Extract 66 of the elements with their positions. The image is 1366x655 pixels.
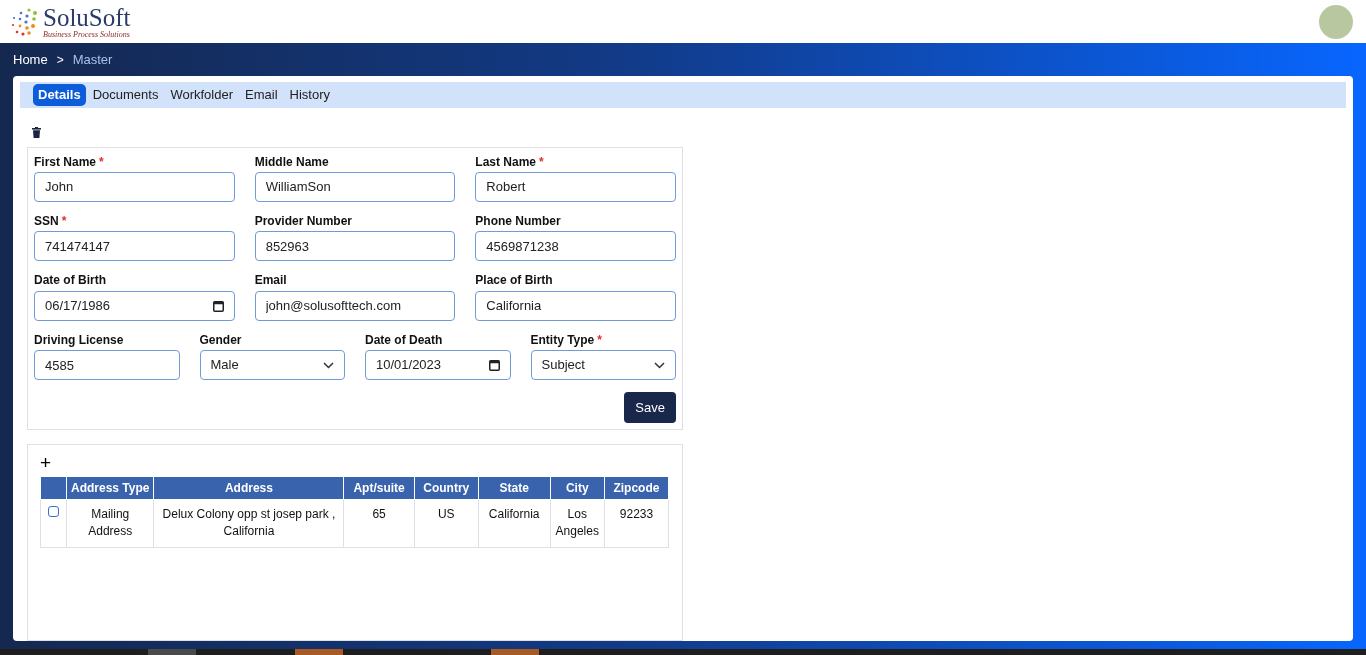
column-header: Address bbox=[153, 476, 344, 500]
field-label: Provider Number bbox=[254, 213, 352, 229]
tab[interactable]: Documents bbox=[87, 83, 164, 107]
taskbar-button[interactable] bbox=[148, 649, 196, 655]
column-header: Zipcode bbox=[604, 476, 669, 500]
required-mark: * bbox=[539, 154, 544, 169]
chevron-down-icon bbox=[323, 361, 334, 369]
date-field[interactable]: 06/17/1986 bbox=[34, 290, 235, 321]
brand-tagline: Business Process Solutions bbox=[43, 30, 131, 39]
input-field[interactable]: john@solusofttech.com bbox=[254, 290, 456, 321]
column-header: Address Type bbox=[66, 476, 154, 500]
table-cell: Delux Colony opp st josep park , California bbox=[153, 499, 344, 548]
select-field[interactable]: Male bbox=[199, 350, 345, 381]
input-field[interactable]: 4585 bbox=[34, 350, 180, 381]
input-field[interactable]: John bbox=[34, 171, 235, 202]
save-button[interactable]: Save bbox=[624, 392, 676, 424]
taskbar-button[interactable] bbox=[491, 649, 539, 655]
row-checkbox[interactable] bbox=[48, 506, 59, 518]
chevron-down-icon bbox=[654, 361, 665, 369]
select-field[interactable]: Subject bbox=[530, 350, 676, 381]
field-label: Middle Name bbox=[254, 154, 329, 169]
table-cell: Mailing Address bbox=[66, 499, 154, 548]
user-avatar[interactable] bbox=[1319, 4, 1353, 39]
calendar-icon bbox=[488, 359, 500, 372]
input-field[interactable]: 852963 bbox=[254, 231, 456, 262]
tab[interactable]: Workfolder bbox=[165, 83, 238, 107]
required-mark: * bbox=[597, 332, 602, 348]
taskbar-button[interactable] bbox=[295, 649, 343, 655]
field-label: Driving License bbox=[34, 332, 124, 348]
input-field[interactable]: 741474147 bbox=[34, 231, 235, 262]
column-header: City bbox=[550, 476, 605, 500]
field-label: Date of Birth bbox=[34, 273, 106, 288]
field-label: First Name bbox=[34, 154, 97, 169]
column-header: Country bbox=[414, 476, 479, 500]
tab[interactable]: Details bbox=[33, 83, 86, 107]
table-cell: California bbox=[478, 499, 551, 548]
table-cell: 92233 bbox=[604, 499, 669, 548]
input-field[interactable]: California bbox=[475, 290, 676, 321]
trash-icon[interactable] bbox=[32, 127, 41, 139]
field-label: Last Name bbox=[475, 154, 537, 169]
brand-name: SoluSoft bbox=[43, 4, 131, 30]
field-label: Date of Death bbox=[365, 332, 443, 348]
breadcrumb-separator: > bbox=[56, 51, 64, 69]
field-label: Gender bbox=[199, 332, 242, 348]
column-header: State bbox=[478, 476, 551, 500]
field-label: Place of Birth bbox=[475, 273, 553, 288]
field-label: Entity Type bbox=[530, 332, 595, 348]
field-label: SSN bbox=[34, 213, 59, 229]
table-cell: 65 bbox=[343, 499, 415, 548]
input-field[interactable]: WilliamSon bbox=[254, 171, 456, 202]
required-mark: * bbox=[61, 213, 67, 229]
tab[interactable]: History bbox=[284, 83, 335, 107]
tab[interactable]: Email bbox=[240, 83, 283, 107]
logo-dots-icon bbox=[9, 6, 39, 37]
table-cell: US bbox=[414, 499, 479, 548]
table-cell: Los Angeles bbox=[550, 499, 605, 548]
add-button[interactable]: + bbox=[40, 453, 52, 473]
required-mark: * bbox=[99, 154, 104, 169]
calendar-icon bbox=[212, 299, 224, 312]
date-field[interactable]: 10/01/2023 bbox=[365, 350, 511, 381]
input-field[interactable]: 4569871238 bbox=[475, 231, 676, 262]
column-header: Apt/suite bbox=[343, 476, 415, 500]
breadcrumb-link[interactable]: Home bbox=[13, 49, 48, 70]
field-label: Phone Number bbox=[475, 213, 561, 229]
input-field[interactable]: Robert bbox=[475, 171, 676, 202]
field-label: Email bbox=[254, 273, 287, 288]
